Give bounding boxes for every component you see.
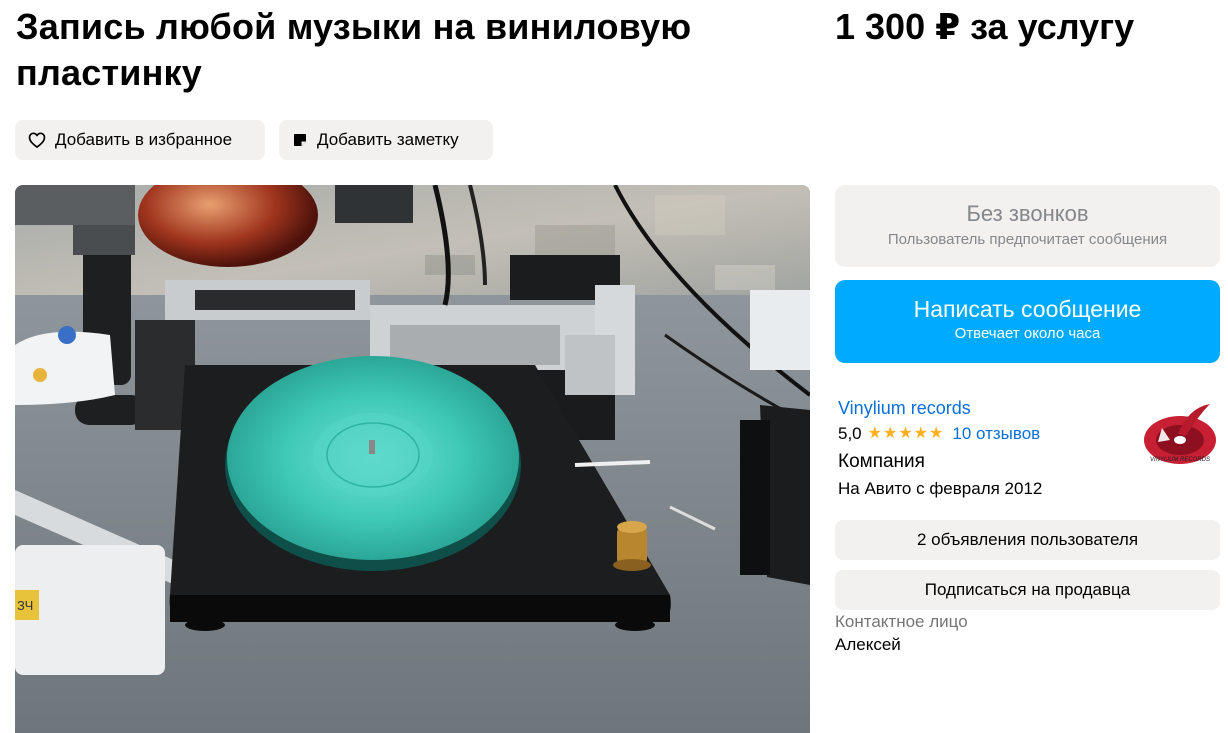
add-note-button[interactable]: Добавить заметку — [279, 120, 493, 160]
listing-title: Запись любой музыки на виниловую пластин… — [16, 6, 692, 93]
add-to-favorites-button[interactable]: Добавить в избранное — [15, 120, 265, 160]
seller-info: Vinylium records 5,0 ★★★★★ 10 отзывов Ко… — [838, 396, 1138, 502]
no-calls-notice: Без звонков Пользователь предпочитает со… — [835, 185, 1220, 267]
response-time-label: Отвечает около часа — [954, 325, 1101, 342]
no-calls-title: Без звонков — [966, 201, 1089, 226]
subscribe-seller-button[interactable]: Подписаться на продавца — [835, 570, 1220, 610]
seller-since: На Авито с февраля 2012 — [838, 479, 1043, 498]
listing-photo[interactable]: ЗЧ — [15, 185, 810, 733]
no-calls-subtitle: Пользователь предпочитает сообщения — [887, 231, 1168, 248]
listing-price: 1 300 ₽ за услугу — [835, 6, 1135, 47]
contact-person-name: Алексей — [835, 635, 901, 654]
note-icon — [294, 134, 306, 146]
contact-person-label: Контактное лицо — [835, 612, 968, 631]
box-text: ЗЧ — [17, 598, 33, 613]
seller-ads-button[interactable]: 2 объявления пользователя — [835, 520, 1220, 560]
seller-rating-row: 5,0 ★★★★★ 10 отзывов — [838, 420, 1138, 448]
reviews-link[interactable]: 10 отзывов — [952, 420, 1040, 448]
seller-type: Компания — [838, 451, 925, 472]
favorites-label: Добавить в избранное — [55, 130, 233, 149]
write-message-button[interactable]: Написать сообщение Отвечает около часа — [835, 280, 1220, 363]
seller-rating-value: 5,0 — [838, 424, 862, 443]
write-message-label: Написать сообщение — [913, 296, 1142, 322]
seller-logo-text: VINYLIUM RECORDS — [1150, 457, 1210, 463]
seller-logo[interactable]: VINYLIUM RECORDS — [1140, 400, 1220, 470]
heart-icon — [28, 132, 46, 148]
note-label: Добавить заметку — [317, 130, 459, 149]
seller-name-link[interactable]: Vinylium records — [838, 396, 1138, 420]
rating-stars-icon: ★★★★★ — [867, 425, 945, 442]
